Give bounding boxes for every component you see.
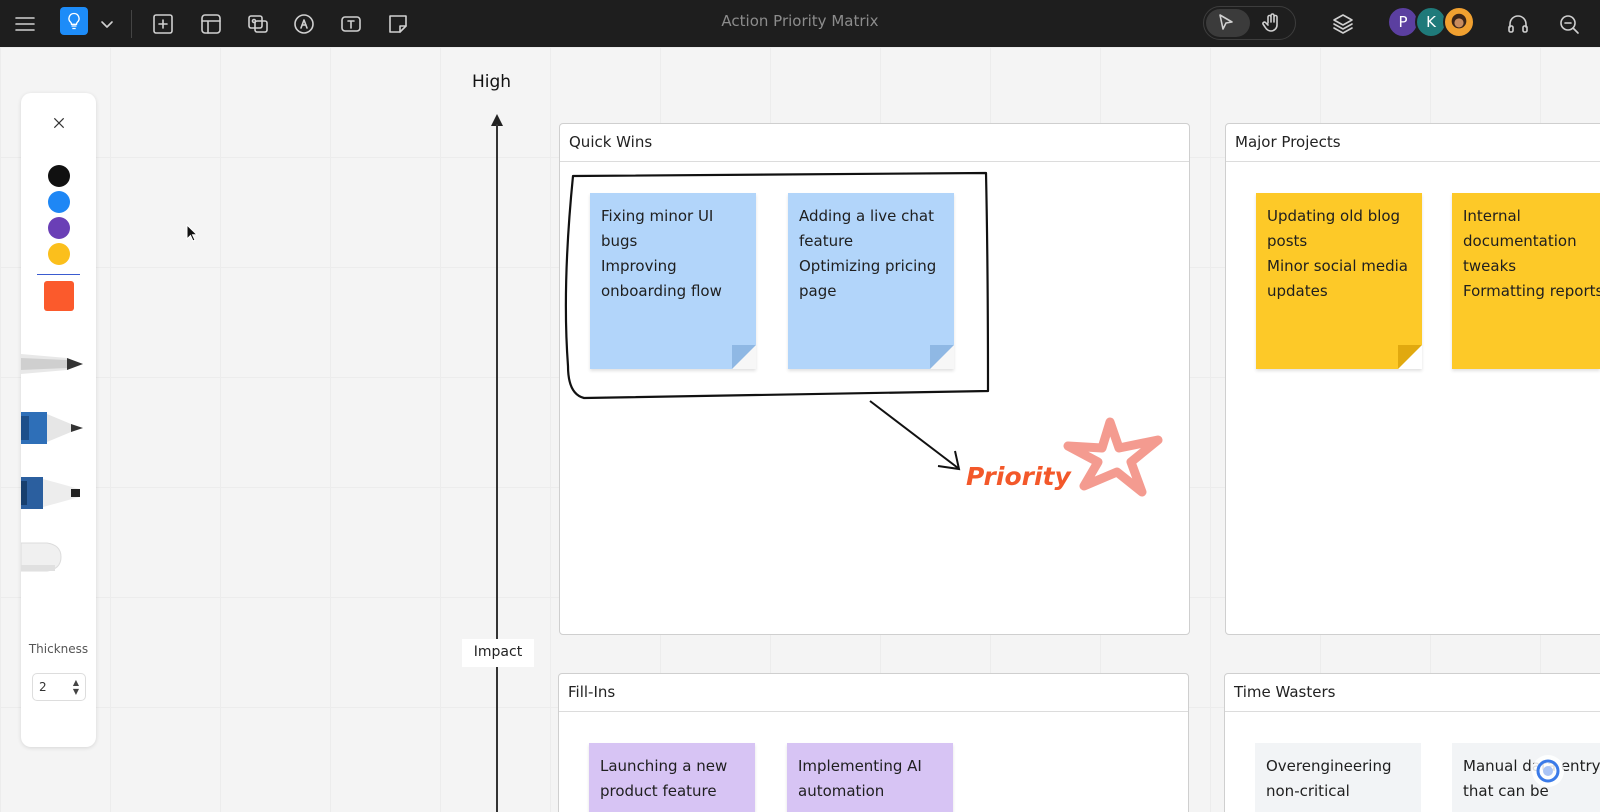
sticky-note[interactable]: Launching a new product feature <box>589 743 755 812</box>
note-line: documentation <box>1463 232 1577 250</box>
marker-tool-icon[interactable] <box>21 406 86 450</box>
thickness-label: Thickness <box>28 642 89 656</box>
menu-icon[interactable] <box>9 8 41 40</box>
avatar-initial: P <box>1398 13 1408 31</box>
select-cursor-icon[interactable] <box>1210 7 1242 39</box>
note-line: that can be <box>1463 782 1549 800</box>
close-icon[interactable] <box>47 111 71 135</box>
note-line: Updating old blog <box>1267 207 1401 225</box>
note-line: non-critical <box>1266 782 1350 800</box>
quadrant-title: Fill-Ins <box>559 674 1188 712</box>
note-line: Manual data entry <box>1463 757 1600 775</box>
color-swatch-blue[interactable] <box>48 191 70 213</box>
quadrant-title: Major Projects <box>1226 124 1600 162</box>
note-fold <box>1398 345 1422 369</box>
eraser-tool-icon[interactable] <box>21 535 86 579</box>
toolbar-divider <box>131 10 132 38</box>
highlighter-tool-icon[interactable] <box>21 471 86 515</box>
drawing-tools-panel: Thickness 2 ▲ ▼ <box>21 93 96 747</box>
note-line: Formatting reports <box>1463 282 1600 300</box>
stepper-arrows-icon[interactable]: ▲ ▼ <box>73 678 79 696</box>
note-line: automation <box>798 782 885 800</box>
thickness-stepper[interactable]: 2 ▲ ▼ <box>32 673 86 701</box>
note-line: Implementing AI <box>798 757 922 775</box>
text-icon[interactable] <box>335 8 367 40</box>
color-swatch-black[interactable] <box>48 165 70 187</box>
mouse-cursor-icon <box>186 224 199 242</box>
avatar-initial: K <box>1426 13 1436 31</box>
axis-impact-label: Impact <box>462 639 534 667</box>
search-comments-icon[interactable] <box>1553 8 1585 40</box>
quadrant-title: Time Wasters <box>1225 674 1600 712</box>
media-icon[interactable] <box>242 8 274 40</box>
sticky-note[interactable]: Internal documentation tweaks Formatting… <box>1452 193 1600 369</box>
sticky-note[interactable]: Overengineering non-critical <box>1255 743 1421 812</box>
mode-toggle <box>1203 6 1296 40</box>
color-swatch-selected-orange[interactable] <box>44 281 74 311</box>
sticky-note[interactable]: Implementing AI automation <box>787 743 953 812</box>
assistant-chat-icon[interactable] <box>1530 753 1566 789</box>
template-icon[interactable] <box>195 8 227 40</box>
note-line: product feature <box>600 782 717 800</box>
top-bar: Action Priority Matrix P K <box>0 0 1600 47</box>
headphones-icon[interactable] <box>1502 8 1534 40</box>
thickness-value: 2 <box>39 680 47 694</box>
avatar-photo[interactable] <box>1443 6 1475 38</box>
sticky-note-icon[interactable] <box>382 8 414 40</box>
board-title: Action Priority Matrix <box>721 12 879 30</box>
priority-annotation: Priority <box>966 462 1071 491</box>
panel-divider <box>37 274 80 275</box>
note-line: Minor social media <box>1267 257 1408 275</box>
note-line: Overengineering <box>1266 757 1392 775</box>
color-swatch-yellow[interactable] <box>48 243 70 265</box>
sticky-note[interactable]: Updating old blog posts Minor social med… <box>1256 193 1422 369</box>
chevron-down-icon[interactable] <box>91 8 123 40</box>
color-swatch-purple[interactable] <box>48 217 70 239</box>
impact-axis <box>496 124 498 812</box>
note-line: updates <box>1267 282 1328 300</box>
layers-icon[interactable] <box>1327 8 1359 40</box>
lightbulb-icon[interactable] <box>60 7 88 35</box>
note-line: Launching a new <box>600 757 728 775</box>
note-line: tweaks <box>1463 257 1517 275</box>
fine-pen-tool-icon[interactable] <box>21 342 86 386</box>
quadrant-title: Quick Wins <box>560 124 1189 162</box>
sticky-note[interactable]: Manual data entry that can be <box>1452 743 1600 812</box>
hand-icon[interactable] <box>1256 7 1288 39</box>
note-line: posts <box>1267 232 1308 250</box>
note-line: Internal <box>1463 207 1521 225</box>
axis-high-label: High <box>472 72 512 92</box>
freehand-drawing[interactable] <box>560 166 1200 506</box>
pen-icon[interactable] <box>288 8 320 40</box>
add-frame-icon[interactable] <box>147 8 179 40</box>
